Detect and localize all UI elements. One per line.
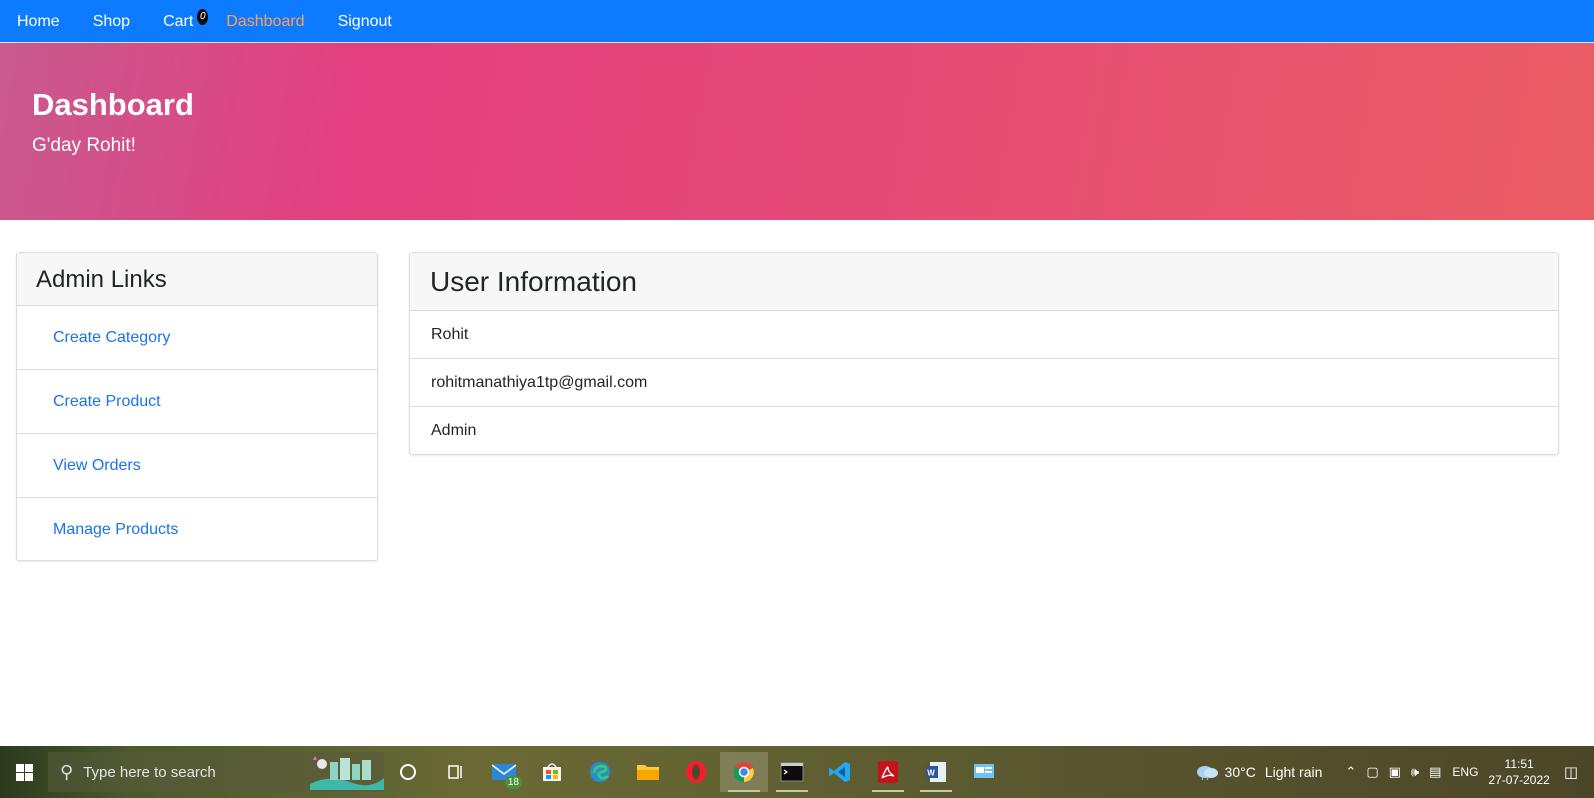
network-icon[interactable]: ▤	[1429, 764, 1441, 780]
active-app-indicator	[728, 790, 760, 792]
svg-text:W: W	[927, 769, 935, 778]
word-icon[interactable]: W	[912, 752, 960, 792]
language-indicator[interactable]: ENG	[1452, 765, 1478, 779]
greeting-text: G'day Rohit!	[32, 135, 136, 156]
list-item: Manage Products	[17, 498, 377, 562]
active-app-indicator	[920, 790, 952, 792]
nav-cart-link[interactable]: Cart 0	[163, 0, 209, 43]
list-item: Create Product	[17, 370, 377, 434]
cart-count-badge: 0	[197, 8, 209, 25]
start-button[interactable]	[0, 752, 48, 792]
cortana-icon[interactable]	[384, 752, 432, 792]
nav-cart-label: Cart	[163, 12, 194, 30]
search-placeholder: Type here to search	[83, 763, 216, 781]
notification-center-icon[interactable]: ◫	[1564, 763, 1578, 781]
mail-badge: 18	[504, 776, 522, 789]
top-navbar: Home Shop Cart 0 Dashboard Signout	[0, 0, 1594, 43]
task-view-icon[interactable]	[432, 752, 480, 792]
list-item: Create Category	[17, 306, 377, 370]
search-highlight-art-icon	[310, 756, 384, 790]
meet-now-icon[interactable]: ▢	[1366, 764, 1378, 780]
vscode-icon[interactable]	[816, 752, 864, 792]
clock-time: 11:51	[1504, 757, 1534, 771]
store-icon[interactable]	[528, 752, 576, 792]
nav-dashboard-link[interactable]: Dashboard	[226, 0, 304, 43]
taskbar-clock[interactable]: 11:51 27-07-2022	[1488, 756, 1549, 788]
create-product-link[interactable]: Create Product	[53, 393, 161, 411]
weather-condition: Light rain	[1264, 764, 1323, 780]
weather-widget[interactable]: 30°C Light rain	[1195, 764, 1323, 780]
user-information-list: Rohit rohitmanathiya1tp@gmail.com Admin	[410, 311, 1558, 455]
admin-links-list: Create Category Create Product View Orde…	[17, 306, 377, 562]
user-information-title: User Information	[410, 253, 1558, 311]
nav-shop-link[interactable]: Shop	[93, 0, 130, 43]
cloud-rain-icon	[1196, 766, 1218, 780]
clock-date: 27-07-2022	[1488, 773, 1550, 787]
windows-taskbar: ⚲ Type here to search 18 W 30°C Light ra…	[0, 746, 1594, 798]
create-category-link[interactable]: Create Category	[53, 329, 170, 347]
list-item: View Orders	[17, 434, 377, 498]
nav-signout-link[interactable]: Signout	[338, 0, 392, 43]
user-role-row: Admin	[431, 422, 477, 439]
active-app-indicator	[872, 790, 904, 792]
user-email-row: rohitmanathiya1tp@gmail.com	[410, 359, 1558, 407]
acrobat-icon[interactable]	[864, 752, 912, 792]
chevron-up-icon[interactable]: ⌃	[1345, 764, 1356, 780]
terminal-icon[interactable]	[768, 752, 816, 792]
manage-products-link[interactable]: Manage Products	[53, 521, 178, 539]
mail-icon[interactable]: 18	[480, 752, 528, 792]
system-tray: 30°C Light rain ⌃ ▢ ▣ 🕪 ▤ ENG 11:51 27-0…	[1195, 746, 1594, 798]
hero-banner: Dashboard G'day Rohit!	[0, 43, 1594, 220]
file-explorer-icon[interactable]	[624, 752, 672, 792]
control-panel-icon[interactable]	[960, 752, 1008, 792]
opera-icon[interactable]	[672, 752, 720, 792]
user-name-row: Rohit	[410, 311, 1558, 359]
weather-temperature: 30°C	[1224, 764, 1256, 780]
taskbar-search-box[interactable]: ⚲ Type here to search	[48, 752, 384, 792]
edge-icon[interactable]	[576, 752, 624, 792]
windows-logo-icon	[15, 763, 33, 781]
volume-icon[interactable]: 🕪	[1411, 764, 1419, 780]
chrome-icon[interactable]	[720, 752, 768, 792]
admin-links-card: Admin Links Create Category Create Produ…	[16, 252, 378, 561]
nav-home-link[interactable]: Home	[17, 0, 60, 43]
search-icon: ⚲	[60, 761, 74, 782]
page-title: Dashboard	[32, 87, 194, 122]
view-orders-link[interactable]: View Orders	[53, 457, 141, 475]
user-information-card: User Information Rohit rohitmanathiya1tp…	[409, 252, 1559, 455]
active-app-indicator	[776, 790, 808, 792]
security-icon[interactable]: ▣	[1389, 764, 1401, 780]
admin-links-title: Admin Links	[17, 253, 377, 306]
